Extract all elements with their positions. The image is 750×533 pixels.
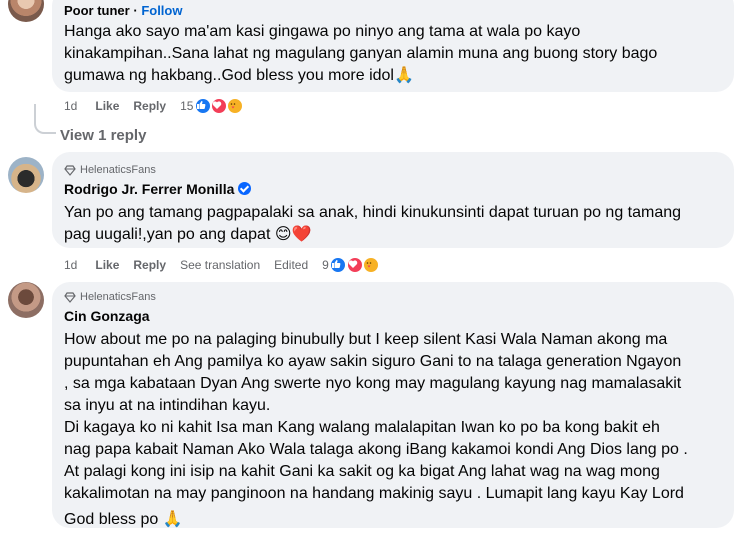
care-icon [226,97,245,115]
fan-badge-label: HelenaticsFans [80,164,156,176]
comment-text-line: pag uugali!,yan po ang dapat 😊❤️ [64,226,312,243]
diamond-icon [64,165,76,176]
avatar[interactable] [8,282,44,318]
comment-actions: 1d Like Reply 15 [64,97,245,115]
follow-button[interactable]: Follow [141,3,182,18]
comment-author-line: Rodrigo Jr. Ferrer Monilla [64,181,252,197]
comment-author[interactable]: Rodrigo Jr. Ferrer Monilla [64,181,234,197]
comment-text-line: pupuntahan eh Ang pamilya ko ayaw sakin … [64,353,682,370]
like-button[interactable]: Like [95,258,119,272]
care-icon [361,256,380,274]
comment-author[interactable]: Cin Gonzaga [64,308,150,324]
comment-text-line: Di kagaya ko ni kahit Isa man Kang walan… [64,419,660,436]
fan-badge: HelenaticsFans [64,164,156,176]
love-icon [345,256,364,274]
see-translation-link[interactable]: See translation [180,258,260,272]
verified-icon [238,182,252,195]
reply-button[interactable]: Reply [133,258,166,272]
reaction-summary[interactable]: 9 [322,256,380,274]
comment-text-line: sa inyu at na intindihan kayu. [64,397,271,414]
edited-label[interactable]: Edited [274,258,308,272]
comment-text-line: , sa mga kabataan Dyan Ang swerte nyo ko… [64,375,682,392]
diamond-icon [64,292,76,303]
comment-timestamp[interactable]: 1d [64,258,77,272]
comment-text-line: How about me po na palaging binubully bu… [64,331,668,348]
like-icon [329,256,348,274]
like-button[interactable]: Like [95,99,119,113]
reaction-count: 15 [180,99,194,113]
comment-text-line: God bless po 🙏 [64,511,183,528]
comment-text-line: kinakampihan..Sana lahat ng magulang gan… [64,45,658,62]
comment-timestamp[interactable]: 1d [64,99,77,113]
fan-badge: HelenaticsFans [64,291,156,303]
avatar[interactable] [8,0,44,22]
reply-thread-line [34,104,56,134]
like-icon [193,97,212,115]
reaction-summary[interactable]: 15 [180,97,245,115]
comment-author-line: Poor tuner · Follow [64,3,183,18]
comment-text-line: Hanga ako sayo ma'am kasi gingawa po nin… [64,23,581,40]
love-icon [210,97,229,115]
comment-text-line: gumawa ng hakbang..God bless you more id… [64,67,414,84]
comment-actions: 1d Like Reply See translation Edited 9 [64,256,380,274]
reply-button[interactable]: Reply [133,99,166,113]
comment-text-line: kakalimotan na may panginoon na handang … [64,485,684,502]
comment-text-line: Yan po ang tamang pagpapalaki sa anak, h… [64,204,682,221]
comment-author[interactable]: Poor tuner [64,3,130,18]
comment-author-line: Cin Gonzaga [64,308,150,324]
fan-badge-label: HelenaticsFans [80,291,156,303]
avatar[interactable] [8,157,44,193]
comment-text-line: nag papa kabait Naman Ako Wala talaga ak… [64,441,688,458]
reaction-count: 9 [322,258,329,272]
comment-text-line: At palagi kong ini isip na kahit Gani ka… [64,463,660,480]
view-replies-link[interactable]: View 1 reply [60,127,146,144]
